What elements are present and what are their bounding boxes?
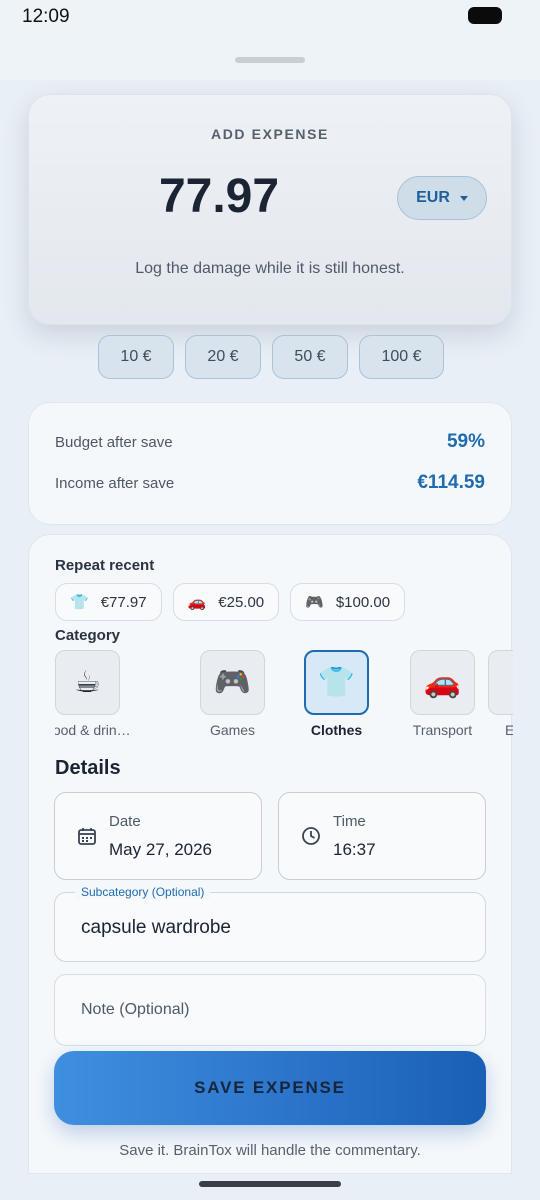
time-label: Time	[333, 813, 366, 830]
details-title: Details	[55, 757, 121, 779]
coffee-icon: ☕	[55, 650, 120, 715]
budget-summary-card: Budget after save 59% Income after save …	[28, 402, 512, 525]
quick-amount-chip[interactable]: 20 €	[185, 335, 261, 379]
quick-amount-chip[interactable]: 10 €	[98, 335, 174, 379]
amount-subtitle: Log the damage while it is still honest.	[135, 260, 405, 277]
currency-label: EUR	[416, 189, 450, 206]
home-indicator[interactable]	[199, 1181, 341, 1187]
category-label-text: Clothes	[310, 722, 363, 738]
quick-amount-chip[interactable]: 100 €	[359, 335, 444, 379]
budget-row: Budget after save 59%	[55, 431, 485, 453]
quick-amount-chips: 10 € 20 € 50 € 100 €	[98, 335, 444, 379]
note-field[interactable]: Note (Optional)	[54, 974, 486, 1046]
save-hint: Save it. BrainTox will handle the commen…	[119, 1142, 421, 1159]
category-label-text: Er	[505, 722, 513, 738]
repeat-recent-list: 👕 €77.97 🚗 €25.00 🎮 $100.00	[55, 583, 406, 621]
shirt-icon: 👕	[304, 650, 369, 715]
time-value: 16:37	[333, 840, 376, 859]
recent-amount: €25.00	[218, 593, 265, 611]
caret-down-icon	[459, 195, 468, 201]
recent-amount: €77.97	[100, 593, 147, 611]
status-bar: 12:09	[0, 0, 540, 34]
budget-label: Budget after save	[55, 433, 173, 451]
recent-expense-chip[interactable]: 👕 €77.97	[55, 583, 162, 621]
date-value: May 27, 2026	[109, 840, 213, 859]
recent-expense-chip[interactable]: 🎮 $100.00	[290, 583, 406, 621]
income-row: Income after save €114.59	[55, 472, 485, 494]
clock-icon	[302, 827, 320, 845]
calendar-icon	[78, 828, 96, 845]
subcategory-label: Subcategory (Optional)	[75, 885, 211, 899]
time-field[interactable]: Time 16:37	[278, 792, 486, 880]
currency-dropdown[interactable]: EUR	[397, 176, 487, 220]
budget-value: 59%	[446, 431, 485, 452]
recent-expense-chip[interactable]: 🚗 €25.00	[172, 583, 280, 621]
amount-input[interactable]: 77.97	[149, 169, 289, 224]
category-label: Category	[55, 627, 121, 644]
amount-card: ADD EXPENSE 77.97 EUR Log the damage whi…	[28, 94, 512, 325]
income-value: €114.59	[417, 472, 485, 493]
category-tile	[488, 650, 513, 715]
subcategory-field[interactable]: Subcategory (Optional) capsule wardrobe	[54, 885, 486, 962]
gamepad-icon: 🎮	[305, 594, 324, 611]
category-list[interactable]: ☕ Food & drin… 🎮 Games 👕 Clothes 🚗 Trans…	[55, 650, 513, 745]
drag-handle[interactable]	[235, 57, 305, 63]
repeat-recent-label: Repeat recent	[55, 557, 155, 574]
gamepad-icon: 🎮	[200, 650, 265, 715]
category-item[interactable]: 🎮 Games	[180, 650, 285, 738]
status-time: 12:09	[22, 6, 70, 27]
date-field[interactable]: Date May 27, 2026	[54, 792, 262, 880]
category-item[interactable]: ☕ Food & drin…	[55, 650, 140, 738]
quick-amount-chip[interactable]: 50 €	[272, 335, 348, 379]
category-label-text: Games	[209, 722, 256, 738]
category-label-text: Transport	[412, 722, 473, 738]
battery-icon	[468, 7, 502, 24]
note-input[interactable]: Note (Optional)	[81, 1001, 190, 1019]
category-item[interactable]: Er	[488, 650, 513, 738]
screen-title: ADD EXPENSE	[211, 126, 329, 142]
save-expense-button[interactable]: SAVE EXPENSE	[54, 1051, 486, 1125]
shirt-icon: 👕	[70, 594, 89, 611]
date-label: Date	[109, 813, 141, 830]
category-item[interactable]: 🚗 Transport	[390, 650, 495, 738]
income-label: Income after save	[55, 474, 175, 492]
category-label-text: Food & drin…	[55, 722, 131, 738]
subcategory-input[interactable]: capsule wardrobe	[81, 917, 231, 939]
car-icon: 🚗	[410, 650, 475, 715]
recent-amount: $100.00	[335, 593, 391, 611]
category-item-selected[interactable]: 👕 Clothes	[284, 650, 389, 738]
car-icon: 🚗	[187, 594, 207, 611]
